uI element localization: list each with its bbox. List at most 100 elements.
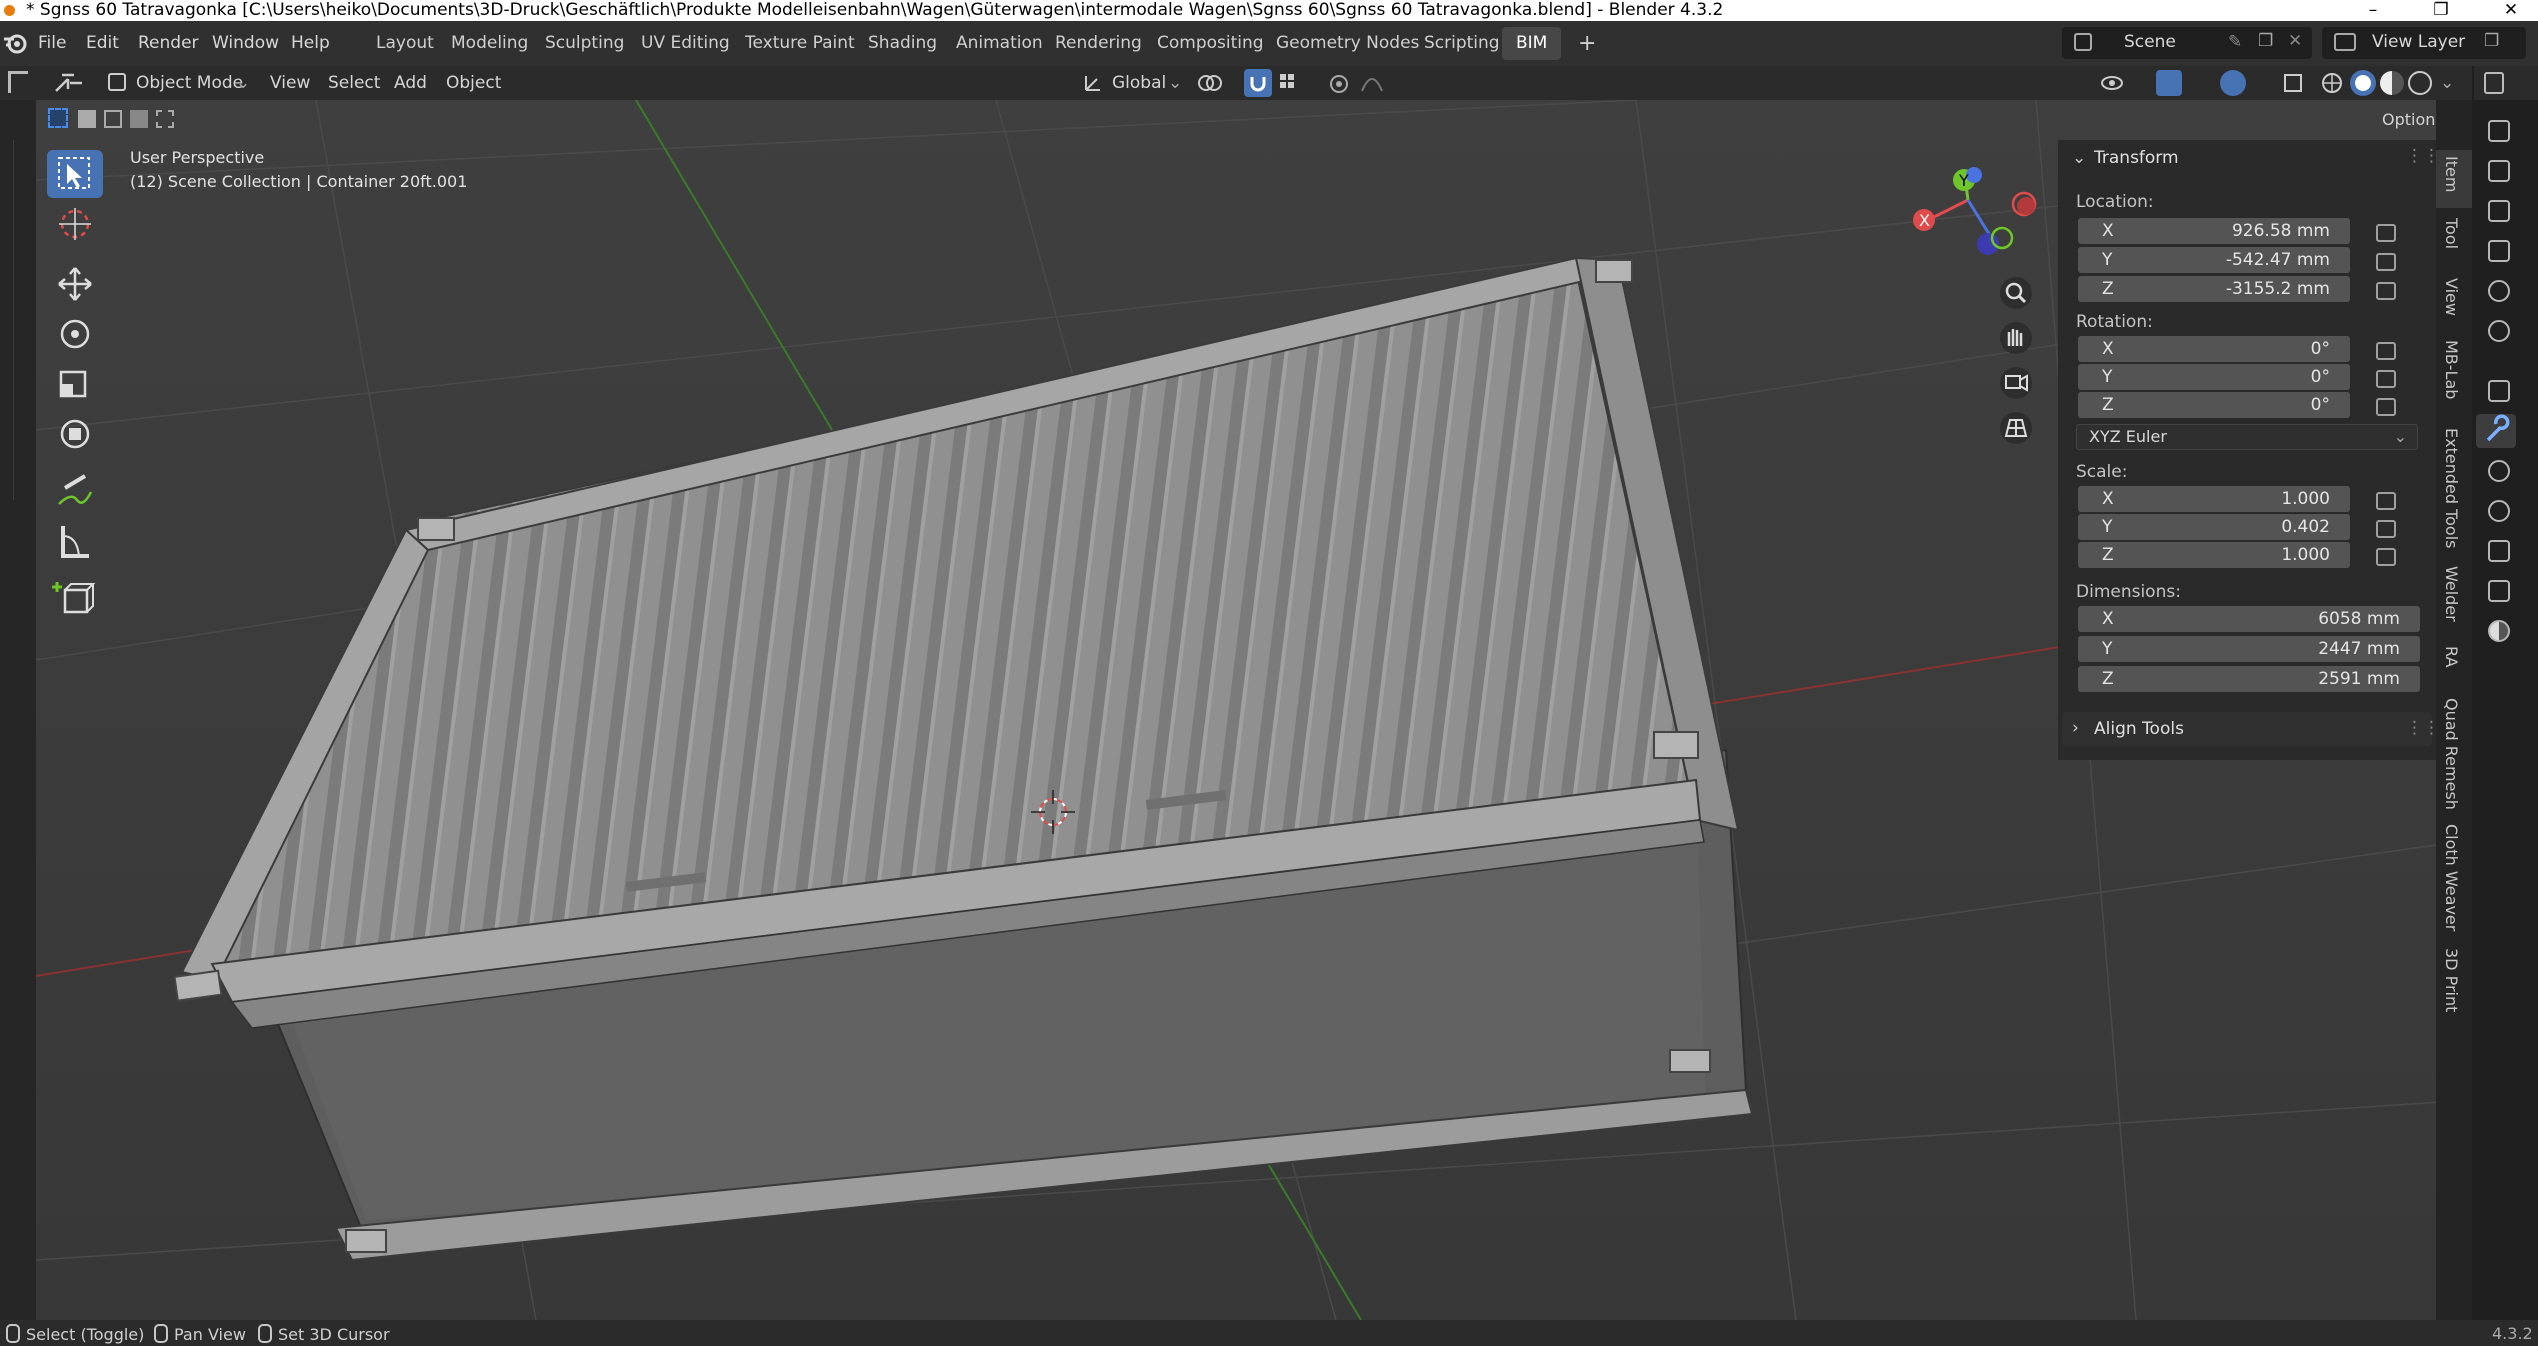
scale-tool[interactable]	[47, 360, 103, 408]
constraints-properties-icon[interactable]	[2488, 540, 2510, 562]
select-box-tool[interactable]	[47, 150, 103, 198]
world-properties-icon[interactable]	[2488, 320, 2510, 342]
tab-rendering[interactable]: Rendering	[1041, 27, 1156, 60]
dimensions-z-field[interactable]: Z 2591 mm	[2078, 666, 2420, 692]
scale-x-field[interactable]: X 1.000	[2078, 486, 2350, 512]
minimize-button[interactable]: –	[2350, 0, 2396, 20]
data-properties-icon[interactable]	[2488, 580, 2510, 602]
blender-logo-icon[interactable]	[2, 31, 28, 55]
lock-icon[interactable]	[2376, 398, 2396, 416]
dimensions-y-field[interactable]: Y 2447 mm	[2078, 636, 2420, 662]
lock-icon[interactable]	[2376, 520, 2396, 538]
tool-settings-icon[interactable]	[2488, 120, 2510, 142]
menu-window[interactable]: Window	[212, 33, 279, 53]
view-layer-properties-icon[interactable]	[2488, 240, 2510, 262]
transform-icon[interactable]	[52, 71, 88, 95]
location-y-field[interactable]: Y -542.47 mm	[2078, 247, 2350, 273]
location-z-field[interactable]: Z -3155.2 mm	[2078, 276, 2350, 302]
gizmo-toggle-button[interactable]	[2156, 70, 2182, 96]
sidebar-tab-3d-print[interactable]: 3D Print	[2442, 948, 2461, 1012]
rendered-shading-icon[interactable]	[2408, 71, 2432, 95]
modifier-tab-active[interactable]	[2476, 414, 2516, 448]
falloff-icon[interactable]	[1360, 73, 1386, 95]
lock-icon[interactable]	[2376, 282, 2396, 300]
tab-sculpting[interactable]: Sculpting	[531, 27, 638, 60]
sidebar-tab-extended-tools[interactable]: Extended Tools	[2442, 428, 2461, 549]
select-invert-icon[interactable]	[130, 110, 148, 128]
menu-object[interactable]: Object	[446, 70, 501, 96]
dimensions-x-field[interactable]: X 6058 mm	[2078, 606, 2420, 632]
menu-view[interactable]: View	[270, 70, 310, 96]
tab-compositing[interactable]: Compositing	[1143, 27, 1278, 60]
xray-toggle-icon[interactable]	[2284, 74, 2302, 92]
rotation-mode-dropdown[interactable]: XYZ Euler ⌄	[2076, 424, 2418, 450]
physics-properties-icon[interactable]	[2488, 500, 2510, 522]
pivot-point-icon[interactable]	[1196, 72, 1226, 94]
transform-tool[interactable]	[47, 410, 103, 458]
sidebar-tab-tool[interactable]: Tool	[2442, 218, 2461, 249]
select-intersect-icon[interactable]	[156, 110, 174, 128]
add-workspace-button[interactable]: +	[1564, 27, 1610, 60]
sidebar-tab-cloth-weaver[interactable]: Cloth Weaver	[2442, 824, 2461, 931]
move-tool[interactable]	[47, 260, 103, 308]
pan-hand-icon[interactable]	[2000, 322, 2032, 354]
scale-y-field[interactable]: Y 0.402	[2078, 514, 2350, 540]
tab-modeling[interactable]: Modeling	[437, 27, 542, 60]
tab-texture-paint[interactable]: Texture Paint	[731, 27, 869, 60]
chevron-down-icon[interactable]: ⌄	[2072, 148, 2086, 168]
add-cube-tool[interactable]	[47, 574, 103, 622]
menu-render[interactable]: Render	[138, 33, 199, 53]
select-new-icon[interactable]	[48, 108, 68, 128]
lock-icon[interactable]	[2376, 492, 2396, 510]
material-properties-icon[interactable]	[2488, 620, 2510, 642]
lock-icon[interactable]	[2376, 548, 2396, 566]
menu-help[interactable]: Help	[291, 33, 330, 53]
cursor-tool[interactable]	[47, 200, 103, 248]
lock-icon[interactable]	[2376, 224, 2396, 242]
rotation-z-field[interactable]: Z 0°	[2078, 392, 2350, 418]
camera-view-icon[interactable]	[2000, 367, 2032, 399]
transform-panel-title[interactable]: Transform	[2094, 148, 2179, 168]
sidebar-tab-quad-remesh[interactable]: Quad Remesh	[2442, 698, 2461, 810]
new-view-layer-icon[interactable]: ❐	[2484, 31, 2499, 51]
tab-bim[interactable]: BIM	[1502, 27, 1562, 60]
proportional-editing-icon[interactable]	[1328, 73, 1350, 95]
sidebar-tab-item[interactable]: Item	[2442, 156, 2461, 192]
object-properties-icon[interactable]	[2488, 380, 2510, 402]
sidebar-tab-welder[interactable]: Welder	[2442, 566, 2461, 622]
tab-uv-editing[interactable]: UV Editing	[627, 27, 744, 60]
scene-properties-icon[interactable]	[2488, 280, 2510, 302]
lock-icon[interactable]	[2376, 253, 2396, 271]
menu-edit[interactable]: Edit	[86, 33, 119, 53]
tab-scripting[interactable]: Scripting	[1410, 27, 1514, 60]
sidebar-tab-mb-lab[interactable]: MB-Lab	[2442, 340, 2461, 399]
chevron-down-icon[interactable]: ⌄	[2440, 70, 2454, 96]
tab-animation[interactable]: Animation	[942, 27, 1057, 60]
perspective-grid-icon[interactable]	[2000, 412, 2032, 444]
maximize-button[interactable]: ❐	[2418, 0, 2464, 20]
snap-target-icon[interactable]	[1278, 72, 1314, 94]
zoom-icon[interactable]	[2000, 277, 2032, 309]
rotate-tool[interactable]	[47, 310, 103, 358]
pin-icon[interactable]: ✎	[2228, 32, 2242, 52]
output-properties-icon[interactable]	[2488, 200, 2510, 222]
properties-editor-type-icon[interactable]	[2484, 72, 2504, 94]
tab-layout[interactable]: Layout	[362, 27, 448, 60]
drag-handle-icon[interactable]: ⋮⋮	[2406, 146, 2440, 166]
drag-handle-icon[interactable]: ⋮⋮	[2406, 718, 2440, 738]
view-layer-selector[interactable]: View Layer ❐	[2322, 27, 2526, 59]
lock-icon[interactable]	[2376, 342, 2396, 360]
wireframe-shading-icon[interactable]	[2320, 71, 2344, 95]
menu-select[interactable]: Select	[328, 70, 380, 96]
editor-type-icon[interactable]	[8, 71, 28, 93]
select-subtract-icon[interactable]	[104, 110, 122, 128]
particles-properties-icon[interactable]	[2488, 460, 2510, 482]
tab-shading[interactable]: Shading	[854, 27, 951, 60]
close-window-button[interactable]: ✕	[2488, 0, 2534, 20]
lock-icon[interactable]	[2376, 370, 2396, 388]
render-properties-icon[interactable]	[2488, 160, 2510, 182]
overlay-toggle-button[interactable]	[2220, 70, 2246, 96]
measure-tool[interactable]	[47, 518, 103, 566]
orientation-dropdown[interactable]: Global	[1112, 70, 1166, 96]
sidebar-tab-ra[interactable]: RA	[2442, 646, 2461, 667]
